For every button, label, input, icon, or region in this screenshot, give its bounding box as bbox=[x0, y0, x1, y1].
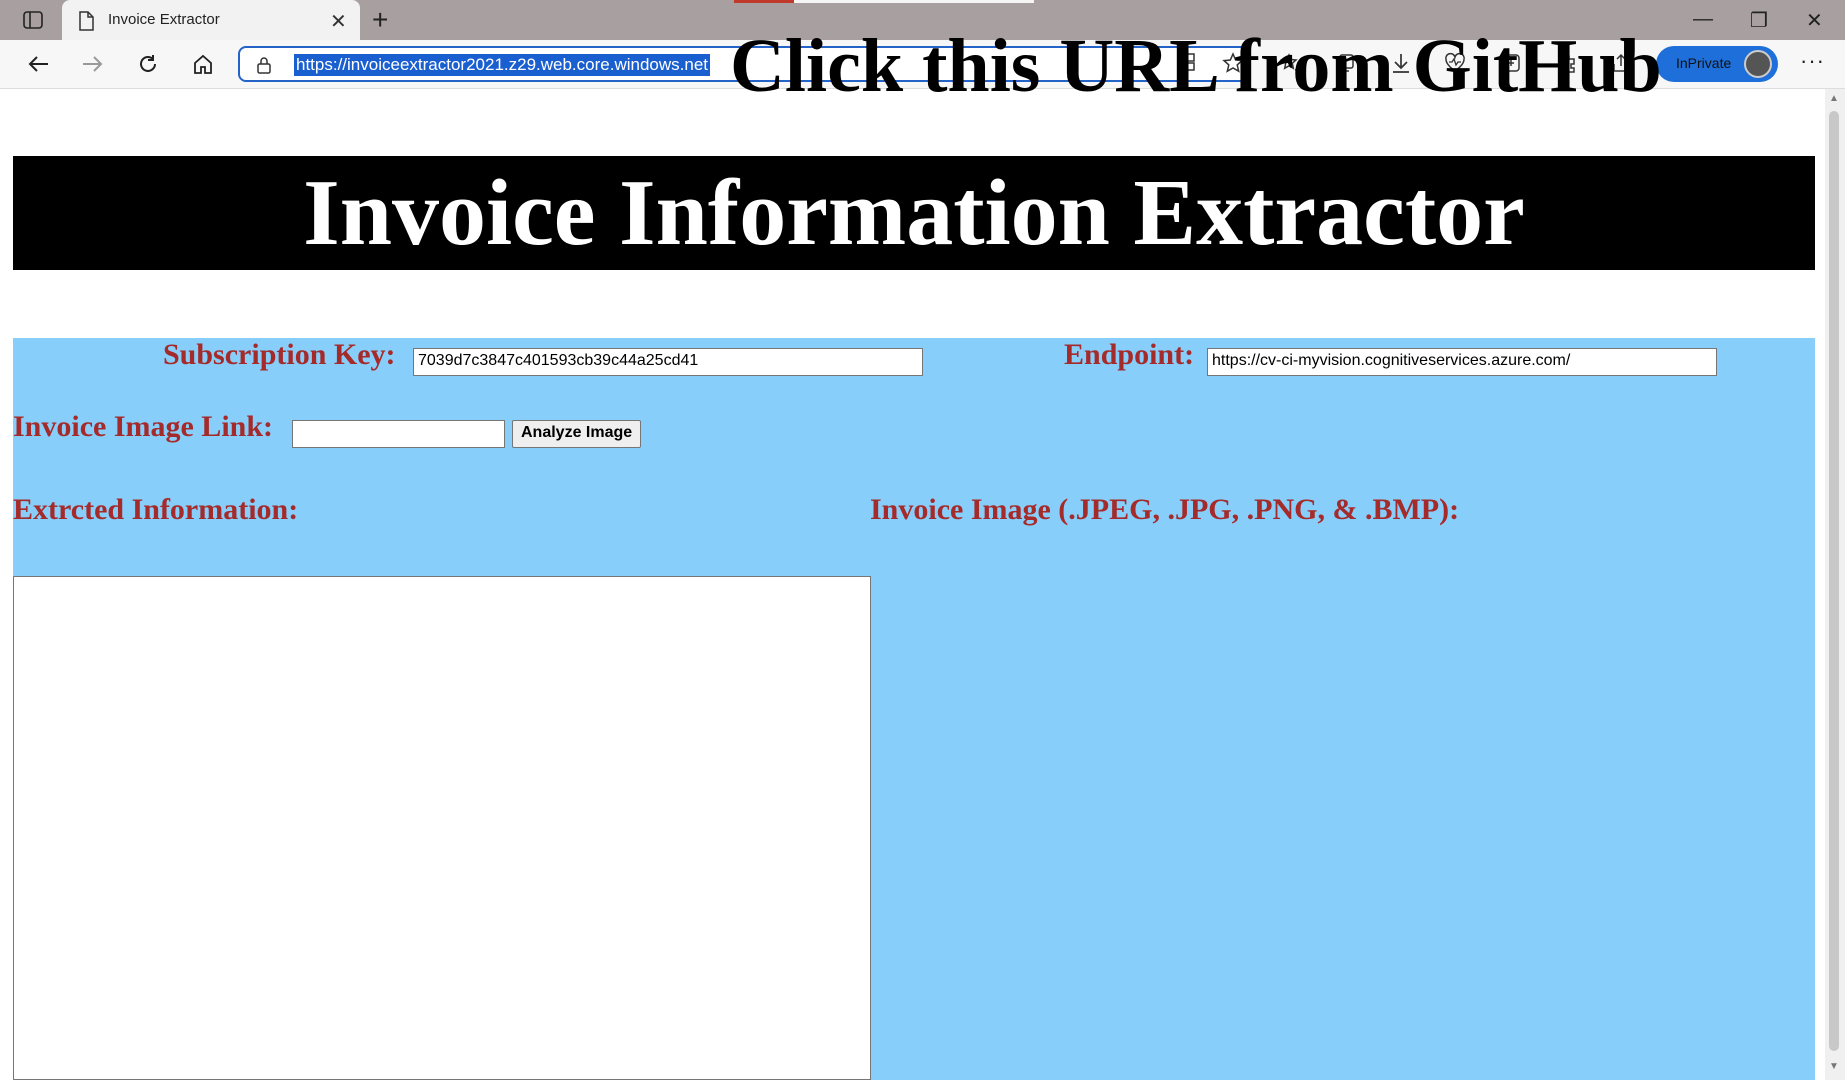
tab-title: Invoice Extractor bbox=[108, 11, 220, 28]
overlay-caption: Click this URL from GitHub bbox=[730, 24, 1662, 108]
scroll-thumb[interactable] bbox=[1829, 111, 1839, 1051]
page-title: Invoice Information Extractor bbox=[303, 161, 1525, 265]
extracted-info-label: Extrcted Information: bbox=[13, 493, 299, 526]
profile-avatar-icon[interactable] bbox=[1744, 50, 1772, 78]
minimize-icon[interactable]: — bbox=[1693, 8, 1713, 31]
browser-tab[interactable]: Invoice Extractor ✕ bbox=[62, 0, 360, 40]
tab-strip-highlight bbox=[794, 0, 1034, 3]
forward-icon[interactable] bbox=[79, 50, 107, 78]
back-icon[interactable] bbox=[24, 50, 52, 78]
window-close-icon[interactable]: ✕ bbox=[1806, 8, 1823, 33]
tab-strip-accent bbox=[734, 0, 794, 3]
more-menu-icon[interactable]: ··· bbox=[1800, 48, 1825, 74]
image-link-input[interactable] bbox=[292, 420, 505, 448]
lock-icon[interactable] bbox=[256, 56, 272, 79]
analyze-image-button[interactable]: Analyze Image bbox=[512, 420, 642, 448]
scroll-up-icon[interactable]: ▲ bbox=[1829, 93, 1839, 104]
form-panel: Subscription Key: 7039d7c3847c401593cb39… bbox=[13, 338, 1815, 1080]
invoice-image-label: Invoice Image (.JPEG, .JPG, .PNG, & .BMP… bbox=[870, 493, 1460, 526]
new-tab-icon[interactable]: + bbox=[372, 6, 388, 34]
home-icon[interactable] bbox=[189, 50, 217, 78]
extracted-info-textarea[interactable] bbox=[13, 576, 871, 1080]
title-banner: Invoice Information Extractor bbox=[13, 156, 1815, 270]
page-icon bbox=[78, 11, 96, 31]
endpoint-input[interactable]: https://cv-ci-myvision.cognitiveservices… bbox=[1207, 348, 1717, 376]
tab-actions-icon[interactable] bbox=[20, 8, 46, 32]
page-scrollbar[interactable]: ▲ ▼ bbox=[1825, 89, 1845, 1080]
scroll-down-icon[interactable]: ▼ bbox=[1829, 1061, 1839, 1072]
subscription-key-label: Subscription Key: bbox=[163, 338, 396, 371]
inprivate-label: InPrivate bbox=[1676, 55, 1732, 71]
subscription-key-input[interactable]: 7039d7c3847c401593cb39c44a25cd41 bbox=[413, 348, 923, 376]
image-link-label: Invoice Image Link: bbox=[13, 410, 274, 443]
url-text[interactable]: https://invoiceextractor2021.z29.web.cor… bbox=[294, 54, 711, 76]
refresh-icon[interactable] bbox=[134, 50, 162, 78]
restore-icon[interactable]: ❐ bbox=[1750, 8, 1768, 33]
endpoint-label: Endpoint: bbox=[1064, 338, 1195, 371]
tab-close-icon[interactable]: ✕ bbox=[330, 9, 347, 34]
inprivate-badge[interactable]: InPrivate bbox=[1656, 46, 1778, 82]
